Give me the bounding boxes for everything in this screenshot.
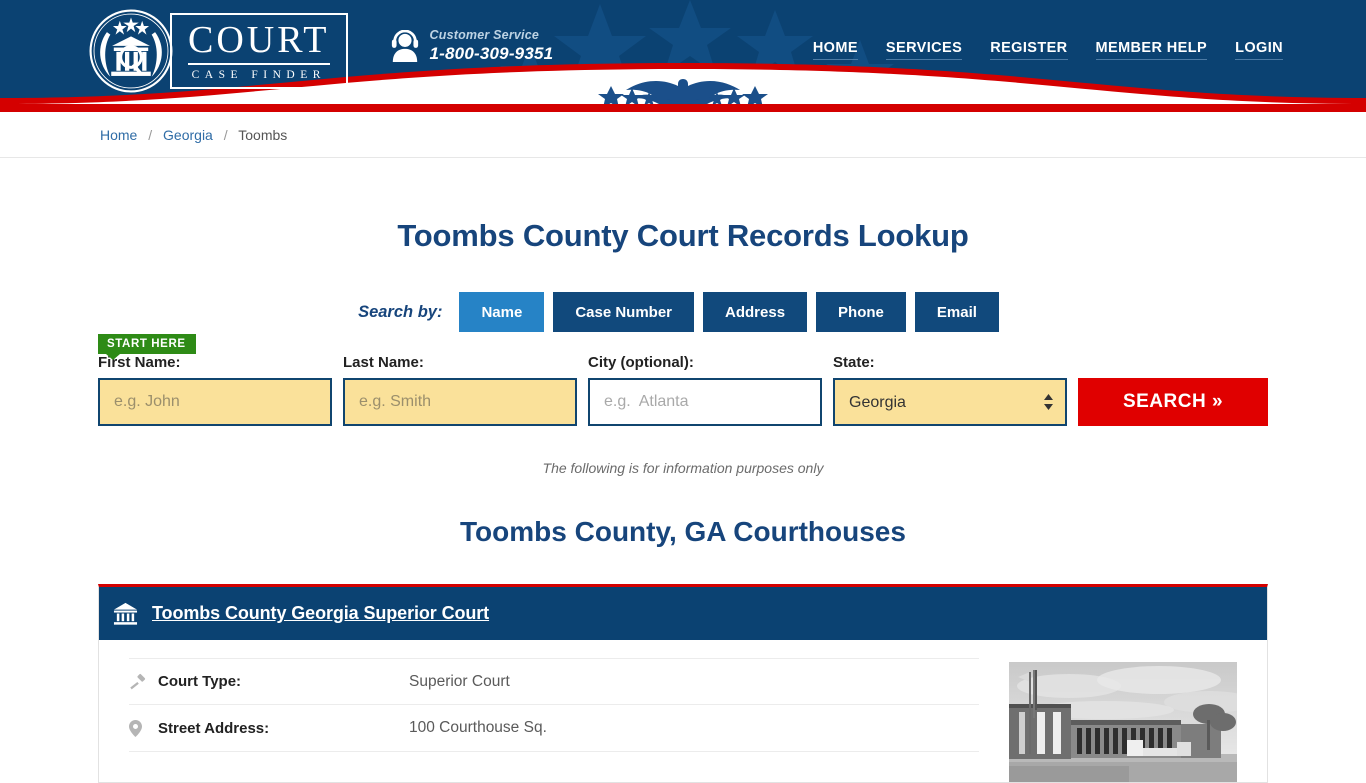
court-card-header: Toombs County Georgia Superior Court [99,587,1267,640]
eagle-icon [598,79,768,104]
main-nav: HOME SERVICES REGISTER MEMBER HELP LOGIN [812,40,1283,60]
section-title: Toombs County, GA Courthouses [460,516,906,547]
customer-service-label: Customer Service [429,28,540,42]
detail-row-court-type: Court Type: Superior Court [129,658,979,705]
page-title: Toombs County Court Records Lookup [397,218,969,253]
breadcrumb-item-current: Toombs [238,126,288,143]
detail-value-street-address: 100 Courthouse Sq. [409,719,547,736]
headset-support-icon [391,30,418,62]
state-label: State: [833,354,875,371]
detail-label-street-address: Street Address: [158,719,270,737]
court-detail-list: Court Type: Superior Court Street Addres… [129,658,1009,782]
breadcrumb-bar: Home / Georgia / Toombs [0,112,1366,158]
courthouse-photo [1009,662,1237,782]
city-input[interactable] [588,378,822,426]
customer-service-block: Customer Service 1-800-309-9351 [390,28,554,64]
state-field-group: State: Georgia [833,354,1067,426]
logo-subtitle: CASE FINDER [191,69,326,81]
tab-address[interactable]: Address [703,292,808,332]
nav-item-login[interactable]: LOGIN [1235,40,1283,60]
last-name-field-group: Last Name: [343,354,577,426]
search-button[interactable]: SEARCH » [1078,378,1268,426]
nav-item-member-help[interactable]: MEMBER HELP [1095,40,1208,60]
first-name-input[interactable] [98,378,332,426]
city-field-group: City (optional): [588,354,822,426]
last-name-label: Last Name: [343,354,424,371]
tab-case-number[interactable]: Case Number [553,292,695,332]
tab-email[interactable]: Email [914,292,999,332]
city-label: City (optional): [588,354,694,371]
nav-item-register[interactable]: REGISTER [990,40,1068,60]
breadcrumb-item-home[interactable]: Home [100,127,137,143]
first-name-label: First Name: [98,354,181,371]
bank-courthouse-icon [113,602,138,625]
detail-value-court-type: Superior Court [409,672,510,690]
site-logo[interactable]: COURT CASE FINDER [88,8,348,94]
search-form: START HERE First Name: Last Name: City (… [98,334,1268,426]
court-card-title-link[interactable]: Toombs County Georgia Superior Court [152,603,489,624]
detail-label-court-type: Court Type: [158,673,242,690]
map-pin-icon [129,719,149,737]
tab-phone[interactable]: Phone [816,292,906,332]
disclaimer-text: The following is for information purpose… [542,460,824,476]
start-here-badge: START HERE [98,334,196,360]
search-by-label: Search by: [358,302,443,321]
tab-name[interactable]: Name [459,292,545,332]
gavel-icon [129,673,149,690]
detail-row-street-address: Street Address: 100 Courthouse Sq. [129,705,979,752]
last-name-input[interactable] [343,378,577,426]
nav-item-home[interactable]: HOME [812,40,858,60]
main-content: Toombs County Court Records Lookup Searc… [98,218,1268,783]
breadcrumb-separator: / [148,126,153,143]
header-red-bar [0,104,1366,112]
breadcrumb-separator: / [223,126,228,143]
breadcrumb: Home / Georgia / Toombs [98,127,1268,143]
logo-title: COURT [188,19,330,65]
state-select[interactable]: Georgia [833,378,1067,426]
court-seal-icon [89,9,173,93]
breadcrumb-item-georgia[interactable]: Georgia [163,127,213,143]
site-header: COURT CASE FINDER Customer Service 1-800… [0,0,1366,104]
customer-service-phone: 1-800-309-9351 [429,44,554,63]
search-by-tabs: Search by: Name Case Number Address Phon… [98,292,1268,332]
court-card: Toombs County Georgia Superior Court Cou… [98,584,1268,783]
first-name-field-group: First Name: [98,354,332,426]
nav-item-services[interactable]: SERVICES [885,40,963,60]
